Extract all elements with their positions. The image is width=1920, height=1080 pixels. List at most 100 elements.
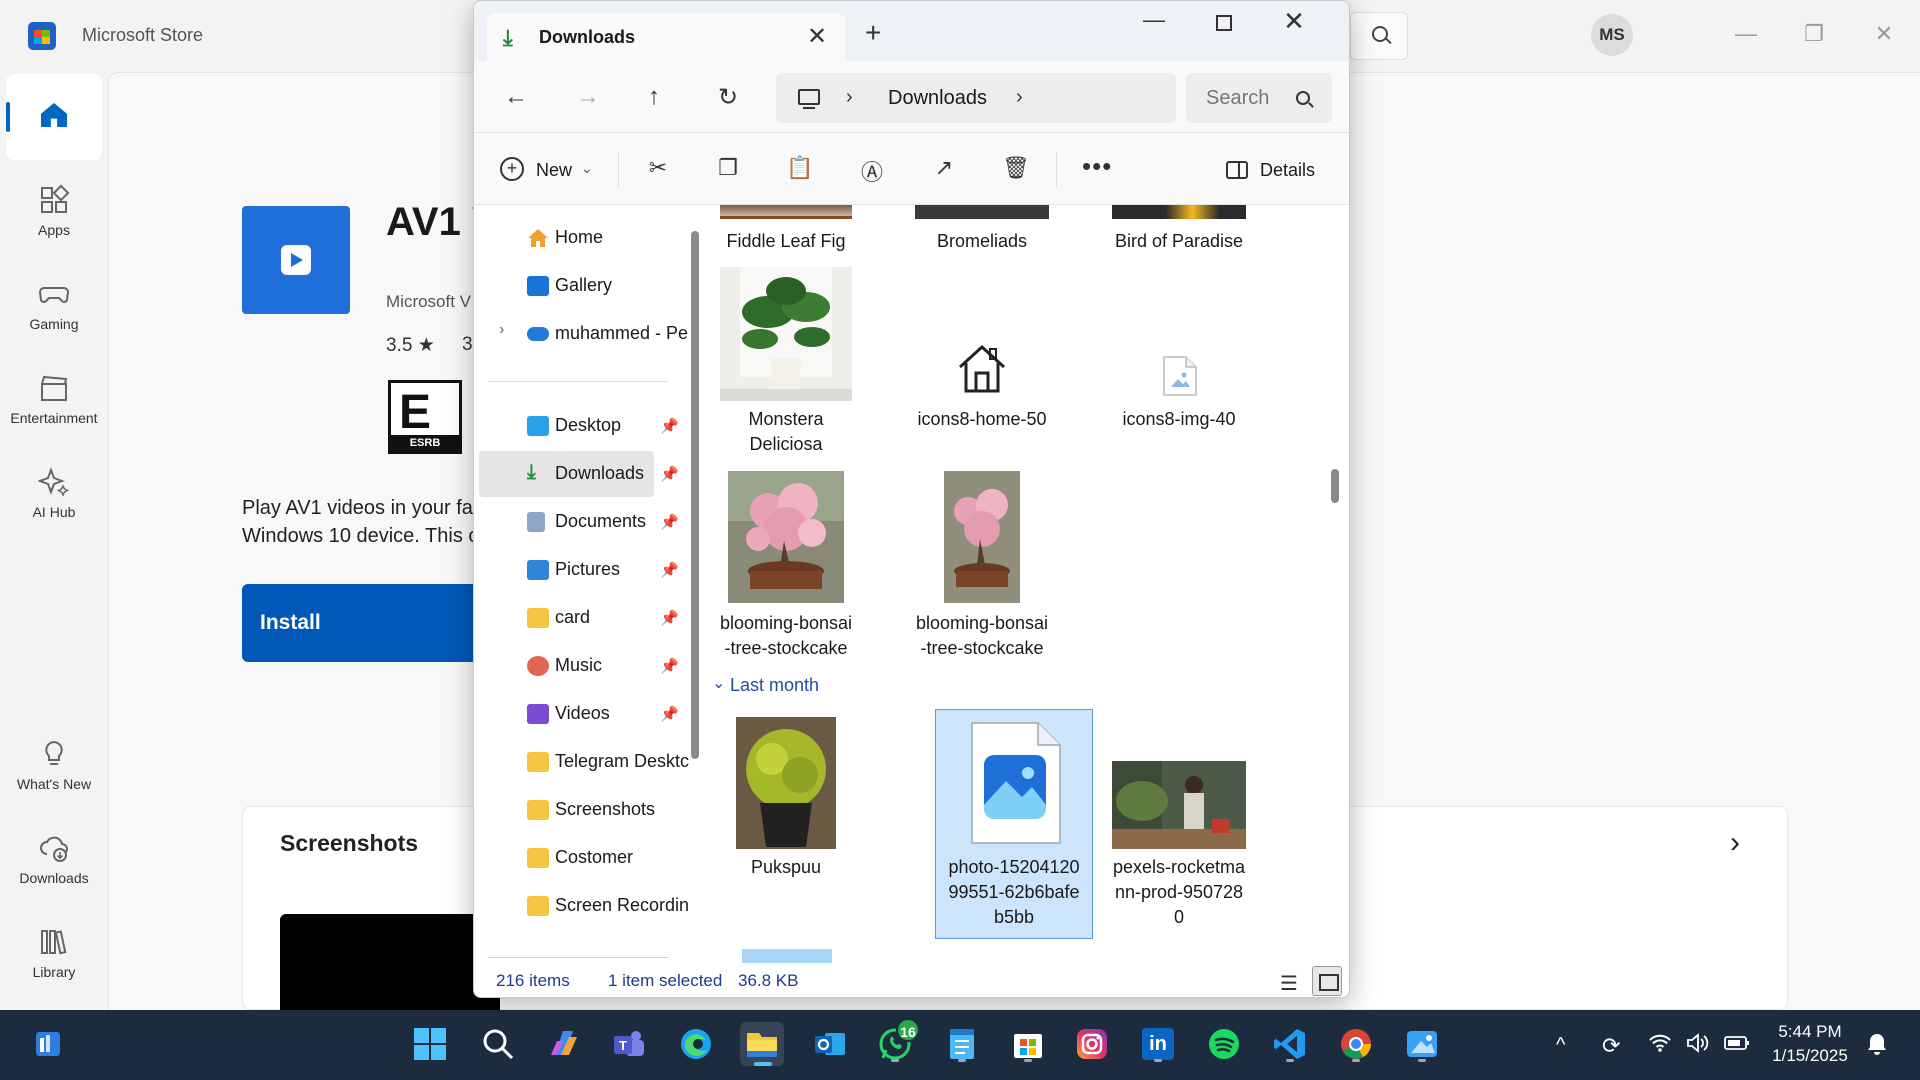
file-name[interactable]: Bird of Paradise [1099,229,1259,254]
sidebar-item-card[interactable]: card [479,595,654,641]
new-tab-button[interactable]: + [865,17,881,49]
bonsai-thumbnail[interactable] [728,471,844,603]
screenshots-next-button[interactable]: › [1730,826,1740,860]
pin-icon[interactable]: 📌 [660,609,679,627]
monstera-thumbnail[interactable] [720,267,852,401]
file-thumbnail[interactable] [720,205,852,219]
breadcrumb-chevron[interactable]: › [846,86,853,109]
file-name[interactable]: Pukspuu [706,855,866,880]
details-view-button[interactable]: ☰ [1280,971,1298,996]
avatar[interactable]: MS [1591,14,1633,56]
search-input[interactable]: Search [1206,87,1270,110]
nav-library[interactable]: Library [6,910,102,996]
edge-icon[interactable] [674,1022,718,1066]
chevron-down-icon[interactable]: ⌄ [581,160,593,177]
pin-icon[interactable]: 📌 [660,417,679,435]
sidebar-item-pictures[interactable]: Pictures [479,547,654,593]
tiles-view-button[interactable] [1312,966,1342,996]
sync-icon[interactable]: ⟳ [1602,1033,1620,1059]
breadcrumb-downloads[interactable]: Downloads [888,87,987,110]
store-minimize-button[interactable]: — [1726,14,1766,54]
tab-downloads[interactable]: ⤓ Downloads ✕ [487,13,845,61]
store-restore-button[interactable]: ❐ [1794,14,1834,54]
pin-icon[interactable]: 📌 [660,513,679,531]
sidebar-item-videos[interactable]: Videos [479,691,654,737]
microsoft-store-icon[interactable] [1006,1022,1050,1066]
nav-gaming[interactable]: Gaming [6,262,102,348]
more-options-button[interactable]: ••• [1082,151,1112,182]
sidebar-item-desktop[interactable]: Desktop [479,403,654,449]
details-button[interactable]: Details [1260,160,1315,181]
file-list-scrollbar[interactable] [1331,469,1339,503]
file-thumbnail[interactable] [1112,205,1246,219]
tab-close-button[interactable]: ✕ [807,22,827,51]
battery-icon[interactable] [1724,1033,1750,1059]
sidebar-item-costomer[interactable]: Costomer [479,835,654,881]
instagram-icon[interactable] [1070,1022,1114,1066]
file-name[interactable]: Bromeliads [902,229,1062,254]
install-button[interactable]: Install [242,584,482,662]
search-icon[interactable] [476,1022,520,1066]
house-icon[interactable] [956,343,1008,395]
bonsai-thumbnail[interactable] [944,471,1020,603]
clock-date[interactable]: 1/15/2025 [1755,1046,1865,1066]
pin-icon[interactable]: 📌 [660,465,679,483]
delete-icon[interactable]: 🗑 [1002,155,1030,183]
search-box[interactable]: Search [1186,73,1332,123]
maximize-button[interactable] [1194,11,1254,37]
pin-icon[interactable]: 📌 [660,561,679,579]
clock-time[interactable]: 5:44 PM [1755,1022,1865,1042]
copilot-icon[interactable] [542,1022,586,1066]
start-button[interactable] [408,1022,452,1066]
sidebar-item-onedrive[interactable]: › muhammed - Pe [479,311,688,357]
sidebar-item-documents[interactable]: Documents [479,499,654,545]
sidebar-item-screenshots[interactable]: Screenshots [479,787,655,833]
address-bar[interactable]: › Downloads › [776,73,1176,123]
nav-home[interactable] [6,74,102,160]
nav-ai-hub[interactable]: AI Hub [6,450,102,536]
breadcrumb-chevron[interactable]: › [1016,86,1023,109]
copy-icon[interactable]: ❐ [714,155,742,183]
pexels-thumbnail[interactable] [1112,761,1246,849]
sidebar-item-telegram[interactable]: Telegram Desktc [479,739,689,785]
app-publisher[interactable]: Microsoft V [386,292,471,312]
rename-icon[interactable]: Ⓐ [858,155,886,185]
nav-apps[interactable]: Apps [6,168,102,254]
expand-chevron-icon[interactable]: › [499,321,504,339]
file-name[interactable]: pexels-rocketma nn-prod-950728 0 [1099,855,1259,930]
image-file-icon[interactable] [1162,355,1198,397]
up-button[interactable]: ↑ [648,83,660,111]
file-name[interactable]: blooming-bonsai -tree-stockcake [706,611,866,661]
linkedin-icon[interactable]: in [1136,1022,1180,1066]
pukspuu-thumbnail[interactable] [736,717,836,849]
file-thumbnail[interactable] [742,949,832,963]
notepad-icon[interactable] [940,1022,984,1066]
outlook-icon[interactable] [808,1022,852,1066]
sidebar-item-screen-recordings[interactable]: Screen Recordin [479,883,689,929]
paste-icon[interactable]: 📋 [786,155,814,183]
wifi-icon[interactable] [1648,1033,1672,1059]
nav-entertainment[interactable]: Entertainment [6,356,102,442]
spotify-icon[interactable] [1202,1022,1246,1066]
sidebar-item-gallery[interactable]: Gallery [479,263,654,309]
new-button[interactable]: New [536,160,572,181]
store-close-button[interactable]: ✕ [1864,14,1904,54]
nav-downloads[interactable]: Downloads [6,816,102,902]
vscode-icon[interactable] [1268,1022,1312,1066]
file-name[interactable]: icons8-img-40 [1099,407,1259,432]
group-header-last-month[interactable]: ⌄ Last month [712,675,819,696]
nav-whats-new[interactable]: What's New [6,722,102,808]
cut-icon[interactable]: ✂ [644,155,672,183]
paint-icon[interactable] [1400,1022,1444,1066]
screenshot-thumbnail[interactable] [280,914,500,1010]
refresh-button[interactable]: ↻ [718,83,738,112]
sidebar-item-music[interactable]: Music [479,643,654,689]
close-button[interactable]: ✕ [1264,6,1324,37]
file-name-selected[interactable]: photo-15204120 99551-62b6bafe b5bb [935,855,1093,930]
file-name[interactable]: blooming-bonsai -tree-stockcake [902,611,1062,661]
notification-bell-icon[interactable] [1866,1032,1888,1062]
share-icon[interactable]: ↗ [930,155,958,183]
back-button[interactable]: ← [504,83,528,111]
navigation-pane-scrollbar[interactable] [691,231,699,759]
file-name[interactable]: Fiddle Leaf Fig [706,229,866,254]
